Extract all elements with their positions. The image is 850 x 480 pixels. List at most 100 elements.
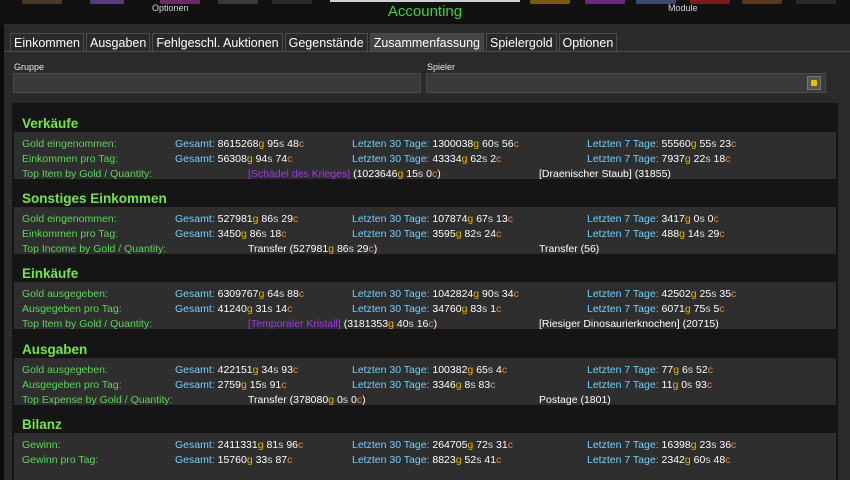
gold-amount: 422151 bbox=[217, 364, 253, 376]
gold-symbol: g bbox=[672, 379, 679, 391]
stat-cell: Letzten 30 Tage: 1300038g 60s 56c bbox=[352, 138, 519, 150]
silver-symbol: s bbox=[711, 439, 717, 451]
silver-symbol: s bbox=[278, 288, 285, 300]
tab-divider bbox=[4, 51, 850, 52]
copper-amount: 88 bbox=[287, 288, 299, 300]
copper-symbol: c bbox=[725, 454, 731, 466]
row-label: Gewinn pro Tag: bbox=[22, 454, 99, 466]
gold-symbol: g bbox=[328, 243, 335, 255]
stat-cell: Gesamt: 56308g 94s 74c bbox=[175, 153, 292, 165]
gold-amount: 3595 bbox=[432, 228, 456, 240]
silver-symbol: s bbox=[278, 138, 285, 150]
top-label: Top Item by Gold / Quantity: bbox=[22, 318, 153, 330]
section-title: Bilanz bbox=[22, 417, 62, 432]
gold-symbol: g bbox=[467, 364, 474, 376]
copper-amount: 14 bbox=[275, 303, 288, 315]
stat-prefix: Letzten 30 Tage: bbox=[352, 439, 433, 451]
player-dropdown[interactable] bbox=[426, 73, 826, 93]
item-link[interactable]: [Temporaler Kristall] bbox=[248, 318, 341, 330]
tab-spielergold[interactable]: Spielergold bbox=[486, 33, 557, 52]
copper-amount: 18 bbox=[269, 228, 282, 240]
stat-prefix: Gesamt: bbox=[175, 153, 218, 165]
paren-close: ) bbox=[373, 243, 378, 255]
stat-cell: Letzten 30 Tage: 1042824g 90s 34c bbox=[352, 288, 519, 300]
gold-symbol: g bbox=[388, 318, 394, 330]
gold-symbol: g bbox=[690, 439, 697, 451]
gold-amount: 2411331 bbox=[217, 439, 258, 451]
stat-cell: Gesamt: 6309767g 64s 88c bbox=[175, 288, 304, 300]
copper-amount: 29 bbox=[356, 243, 369, 255]
stat-cell: Gesamt: 8615268g 95s 48c bbox=[175, 138, 304, 150]
stat-cell: Letzten 30 Tage: 3595g 82s 24c bbox=[352, 228, 501, 240]
tab-gegenstände[interactable]: Gegenstände bbox=[284, 33, 368, 52]
row-label: Gewinn: bbox=[22, 439, 61, 451]
stat-prefix: Letzten 7 Tage: bbox=[587, 303, 662, 315]
copper-amount: 41 bbox=[484, 454, 497, 466]
stat-prefix: Letzten 30 Tage: bbox=[352, 364, 433, 376]
copper-symbol: c bbox=[292, 213, 299, 225]
silver-amount: 52 bbox=[464, 454, 477, 466]
copper-symbol: c bbox=[298, 439, 304, 451]
row-label: Gold eingenommen: bbox=[22, 213, 117, 225]
gold-amount: 34760 bbox=[432, 303, 462, 315]
silver-amount: 75 bbox=[693, 303, 706, 315]
silver-amount: 31 bbox=[255, 303, 268, 315]
gold-symbol: g bbox=[473, 288, 480, 300]
stat-cell: Letzten 7 Tage: 11g 0s 93c bbox=[587, 379, 712, 391]
silver-amount: 86 bbox=[261, 213, 274, 225]
tab-optionen[interactable]: Optionen bbox=[558, 33, 618, 52]
copper-symbol: c bbox=[713, 213, 719, 225]
copper-amount: 29 bbox=[281, 213, 293, 225]
silver-symbol: s bbox=[267, 303, 273, 315]
copper-symbol: c bbox=[496, 303, 502, 315]
copper-amount: 52 bbox=[696, 364, 708, 376]
tab-einkommen[interactable]: Einkommen bbox=[10, 33, 84, 52]
tab-zusammenfassung[interactable]: Zusammenfassung bbox=[369, 33, 484, 52]
gold-amount: 378080 bbox=[293, 394, 329, 406]
silver-symbol: s bbox=[687, 379, 693, 391]
gold-amount: 107874 bbox=[432, 213, 468, 225]
copper-amount: 34 bbox=[501, 288, 514, 300]
copper-amount: 24 bbox=[484, 228, 497, 240]
item-link[interactable]: [Schädel des Krieges] bbox=[248, 168, 350, 180]
silver-amount: 64 bbox=[267, 288, 279, 300]
tab-ausgaben[interactable]: Ausgaben bbox=[86, 33, 151, 52]
silver-amount: 22 bbox=[693, 153, 706, 165]
stat-prefix: Gesamt: bbox=[175, 228, 218, 240]
row-label: Gold ausgegeben: bbox=[22, 288, 108, 300]
top-label: Top Item by Gold / Quantity: bbox=[22, 168, 153, 180]
gold-symbol: g bbox=[455, 228, 462, 240]
paren-close: ) bbox=[362, 394, 366, 406]
tab-fehlgeschl-auktionen[interactable]: Fehlgeschl. Auktionen bbox=[152, 33, 283, 52]
player-dropdown-button[interactable] bbox=[807, 76, 821, 90]
silver-amount: 15 bbox=[406, 168, 418, 180]
silver-amount: 25 bbox=[699, 288, 712, 300]
gold-symbol: g bbox=[240, 379, 247, 391]
gold-amount: 264705 bbox=[432, 439, 468, 451]
copper-symbol: c bbox=[501, 364, 508, 376]
copper-amount: 87 bbox=[275, 454, 288, 466]
stat-prefix: Gesamt: bbox=[175, 364, 218, 376]
gold-symbol: g bbox=[246, 454, 253, 466]
silver-amount: 34 bbox=[261, 364, 274, 376]
player-label: Spieler bbox=[427, 62, 456, 72]
gold-symbol: g bbox=[455, 454, 462, 466]
silver-symbol: s bbox=[482, 303, 488, 315]
silver-symbol: s bbox=[705, 454, 711, 466]
row-label: Gold eingenommen: bbox=[22, 138, 117, 150]
gold-amount: 1042824 bbox=[432, 288, 474, 300]
copper-symbol: c bbox=[496, 454, 502, 466]
copper-amount: 13 bbox=[496, 213, 508, 225]
silver-symbol: s bbox=[273, 364, 279, 376]
group-dropdown[interactable] bbox=[13, 73, 421, 93]
silver-symbol: s bbox=[487, 364, 494, 376]
row-label: Gold ausgegeben: bbox=[22, 364, 108, 376]
copper-symbol: c bbox=[287, 303, 293, 315]
copper-amount: 48 bbox=[287, 138, 299, 150]
gold-amount: 8615268 bbox=[217, 138, 259, 150]
gold-symbol: g bbox=[246, 153, 253, 165]
top-label: Top Income by Gold / Quantity: bbox=[22, 243, 167, 255]
silver-amount: 95 bbox=[267, 138, 279, 150]
stat-cell: Letzten 30 Tage: 107874g 67s 13c bbox=[352, 213, 513, 225]
gold-amount: 42502 bbox=[661, 288, 691, 300]
